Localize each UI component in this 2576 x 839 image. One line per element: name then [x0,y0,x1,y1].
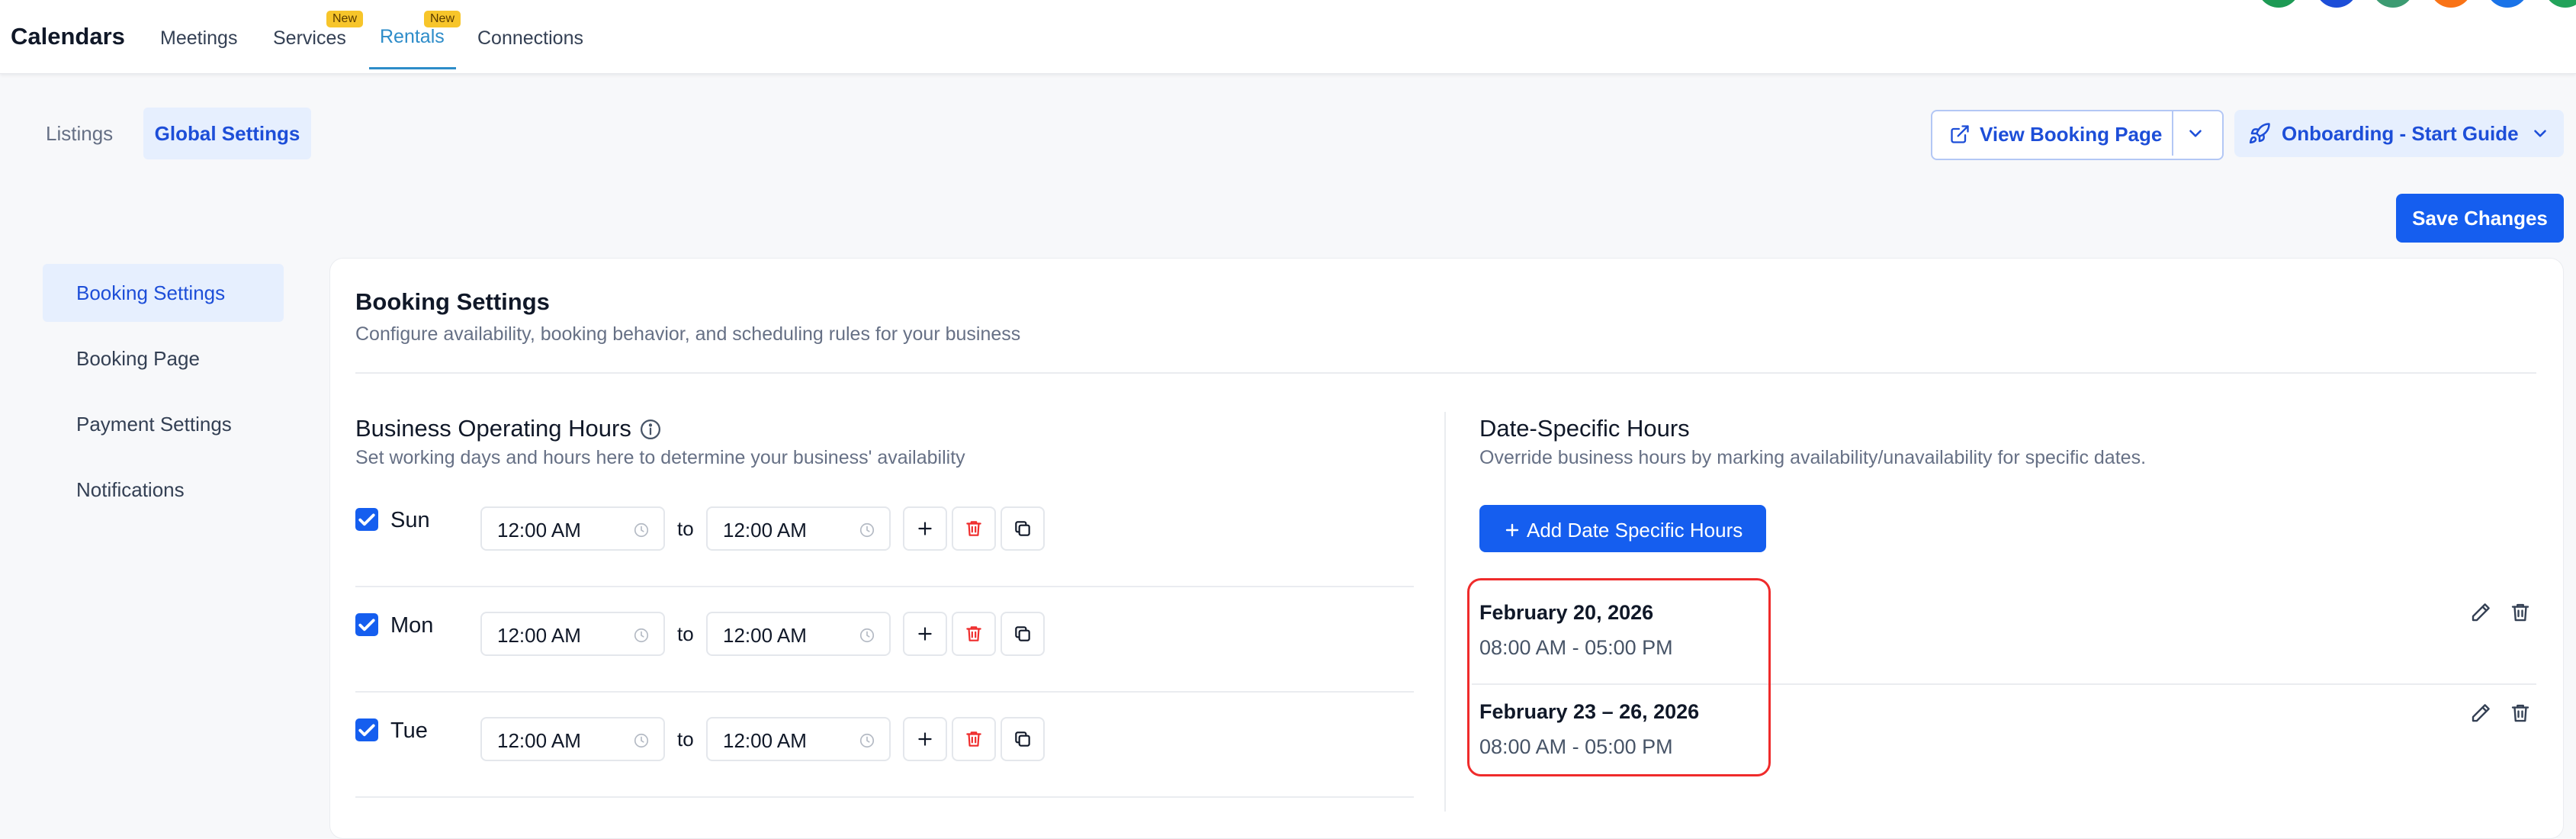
start-time-value: 12:00 AM [497,624,581,647]
view-booking-dropdown-button[interactable] [2172,111,2219,156]
day-label-mon: Mon [390,613,434,638]
app-title: Calendars [11,23,125,50]
end-time-input-sun[interactable]: 12:00 AM [706,506,891,551]
trash-icon[interactable] [2509,702,2532,725]
avatar[interactable] [2372,0,2414,8]
avatar[interactable] [2315,0,2358,8]
delete-time-slot-button-mon[interactable] [952,612,996,656]
active-tab-indicator [369,67,456,69]
avatar[interactable] [2430,0,2472,8]
clock-icon [859,627,875,644]
date-specific-title: Date-Specific Hours [1479,415,1690,442]
end-time-value: 12:00 AM [723,729,807,752]
subtab-global-settings[interactable]: Global Settings [143,108,311,159]
clock-icon [633,522,650,538]
avatar[interactable] [2544,0,2576,8]
subtab-listings[interactable]: Listings [46,108,113,159]
sidebar-item-booking-settings[interactable]: Booking Settings [43,264,284,322]
pencil-icon[interactable] [2469,601,2492,624]
end-time-input-mon[interactable]: 12:00 AM [706,612,891,656]
start-time-input-tue[interactable]: 12:00 AM [480,717,665,761]
end-time-value: 12:00 AM [723,519,807,542]
checkbox-mon[interactable] [355,613,378,636]
start-time-value: 12:00 AM [497,519,581,542]
add-date-specific-hours-button[interactable]: Add Date Specific Hours [1479,505,1766,552]
checkbox-tue[interactable] [355,718,378,741]
top-navigation-bar: Calendars Meetings Services New Rentals … [0,0,2576,74]
external-link-icon [1949,124,1971,145]
start-time-value: 12:00 AM [497,729,581,752]
clock-icon [859,522,875,538]
sidebar-item-notifications[interactable]: Notifications [43,461,284,519]
avatar[interactable] [2257,0,2300,8]
operating-hours-subtitle: Set working days and hours here to deter… [355,447,965,468]
new-badge-rentals: New [424,11,461,27]
onboarding-start-guide-button[interactable]: Onboarding - Start Guide [2234,110,2564,157]
view-booking-page-label: View Booking Page [1980,123,2163,146]
avatar[interactable] [2486,0,2529,8]
section-divider [355,372,2536,374]
delete-time-slot-button-sun[interactable] [952,506,996,551]
column-divider [1444,412,1446,812]
copy-hours-button-sun[interactable] [1001,506,1045,551]
add-time-slot-button-mon[interactable] [903,612,947,656]
tab-rentals[interactable]: Rentals [380,26,445,48]
tab-services[interactable]: Services [273,27,346,50]
day-label-sun: Sun [390,508,430,532]
sidebar-item-payment-settings[interactable]: Payment Settings [43,395,284,453]
info-icon[interactable] [639,418,662,441]
to-label: to [677,728,694,751]
chevron-down-icon [2530,124,2550,143]
clock-icon [859,732,875,749]
copy-hours-button-mon[interactable] [1001,612,1045,656]
add-date-specific-hours-label: Add Date Specific Hours [1526,519,1743,542]
rocket-icon [2248,122,2271,145]
sidebar-item-booking-page[interactable]: Booking Page [43,329,284,387]
to-label: to [677,622,694,645]
to-label: to [677,517,694,540]
trash-icon[interactable] [2509,601,2532,624]
operating-hours-title: Business Operating Hours [355,415,631,442]
start-time-input-mon[interactable]: 12:00 AM [480,612,665,656]
row-divider [355,796,1414,798]
copy-hours-button-tue[interactable] [1001,717,1045,761]
row-divider [355,586,1414,587]
clock-icon [633,627,650,644]
end-time-input-tue[interactable]: 12:00 AM [706,717,891,761]
tab-meetings[interactable]: Meetings [160,27,237,50]
chevron-down-icon [2186,124,2205,143]
checkbox-sun[interactable] [355,508,378,531]
day-label-tue: Tue [390,718,428,743]
start-time-input-sun[interactable]: 12:00 AM [480,506,665,551]
new-badge-services: New [326,11,364,27]
add-time-slot-button-tue[interactable] [903,717,947,761]
booking-settings-subtitle: Configure availability, booking behavior… [355,323,1021,345]
row-divider [355,691,1414,693]
add-time-slot-button-sun[interactable] [903,506,947,551]
onboarding-label: Onboarding - Start Guide [2282,122,2519,145]
date-specific-subtitle: Override business hours by marking avail… [1479,447,2147,468]
delete-time-slot-button-tue[interactable] [952,717,996,761]
tab-connections[interactable]: Connections [477,27,583,50]
booking-settings-title: Booking Settings [355,288,550,315]
pencil-icon[interactable] [2469,702,2492,725]
plus-icon [1503,521,1521,539]
end-time-value: 12:00 AM [723,624,807,647]
save-changes-button[interactable]: Save Changes [2396,194,2564,243]
clock-icon [633,732,650,749]
highlight-outline [1467,578,1771,776]
